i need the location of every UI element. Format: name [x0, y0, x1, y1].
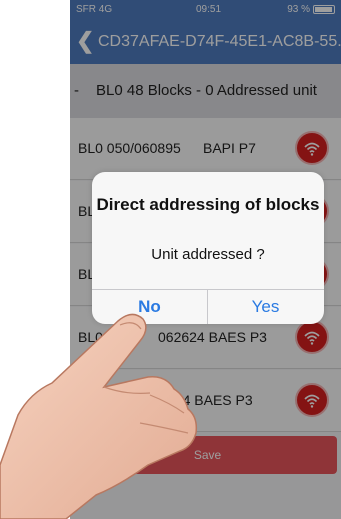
dialog-title: Direct addressing of blocks: [96, 195, 320, 214]
yes-button[interactable]: Yes: [208, 289, 323, 324]
pointing-hand-illustration: [0, 313, 198, 519]
dialog-message: Unit addressed ?: [151, 246, 265, 263]
